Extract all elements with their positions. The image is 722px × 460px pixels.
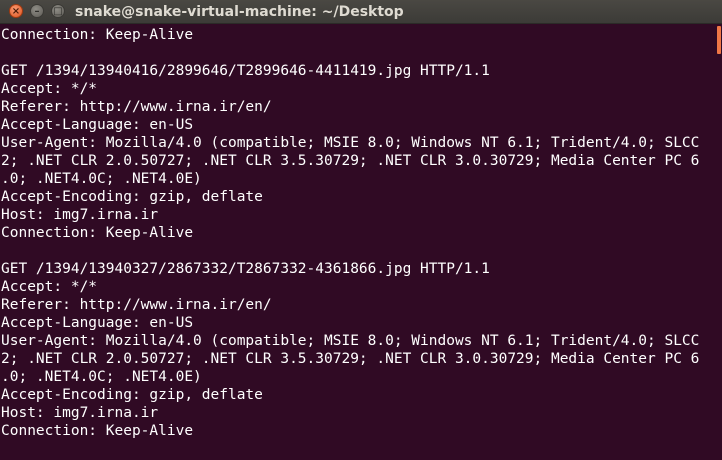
terminal-line: Host: img7.irna.ir	[1, 405, 159, 421]
terminal-line: .0; .NET4.0C; .NET4.0E)	[1, 369, 202, 385]
terminal-line: Connection: Keep-Alive	[1, 423, 194, 439]
scrollbar[interactable]	[716, 24, 722, 460]
terminal-line: Referer: http://www.irna.ir/en/	[1, 99, 272, 115]
terminal-line: Accept-Encoding: gzip, deflate	[1, 189, 263, 205]
terminal-line: 2; .NET CLR 2.0.50727; .NET CLR 3.5.3072…	[1, 351, 700, 367]
terminal-line: GET /1394/13940416/2899646/T2899646-4411…	[1, 63, 490, 79]
title-bar[interactable]: × – □ snake@snake-virtual-machine: ~/Des…	[0, 0, 722, 24]
minimize-icon[interactable]: –	[30, 4, 44, 18]
terminal-line: Connection: Keep-Alive	[1, 225, 194, 241]
terminal-line: User-Agent: Mozilla/4.0 (compatible; MSI…	[1, 333, 700, 349]
terminal-line: Host: img7.irna.ir	[1, 207, 159, 223]
terminal-line: GET /1394/13940327/2867332/T2867332-4361…	[1, 261, 490, 277]
maximize-icon[interactable]: □	[51, 4, 65, 18]
terminal-line: Referer: http://www.irna.ir/en/	[1, 297, 272, 313]
terminal-line: Accept: */*	[1, 279, 98, 295]
terminal-line: .0; .NET4.0C; .NET4.0E)	[1, 171, 202, 187]
terminal-line: Accept: */*	[1, 81, 98, 97]
close-icon[interactable]: ×	[9, 4, 23, 18]
terminal-window: × – □ snake@snake-virtual-machine: ~/Des…	[0, 0, 722, 460]
terminal-line: Connection: Keep-Alive	[1, 27, 194, 43]
terminal-line: 2; .NET CLR 2.0.50727; .NET CLR 3.5.3072…	[1, 153, 700, 169]
terminal-line: Accept-Language: en-US	[1, 315, 194, 331]
terminal-output[interactable]: Connection: Keep-Alive GET /1394/1394041…	[0, 26, 716, 460]
scrollbar-thumb[interactable]	[717, 26, 721, 54]
terminal-line: Accept-Encoding: gzip, deflate	[1, 387, 263, 403]
terminal-line: Accept-Language: en-US	[1, 117, 194, 133]
terminal-line: User-Agent: Mozilla/4.0 (compatible; MSI…	[1, 135, 700, 151]
window-title: snake@snake-virtual-machine: ~/Desktop	[75, 4, 404, 20]
